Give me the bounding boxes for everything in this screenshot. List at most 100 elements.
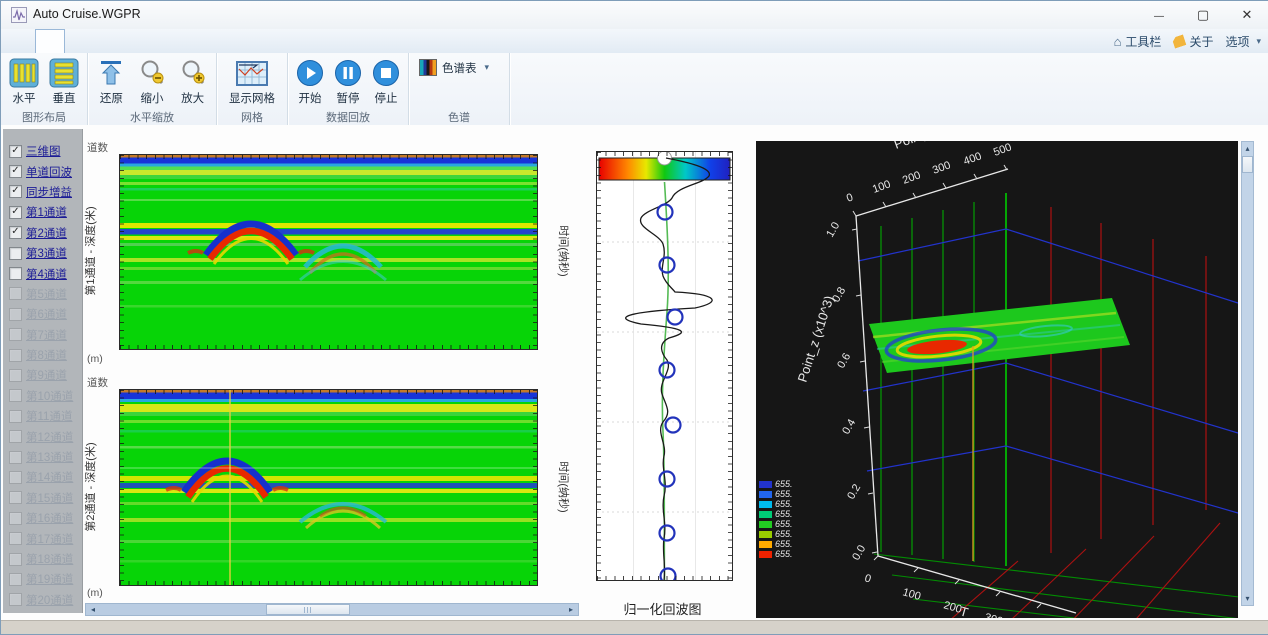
channel-checkbox-item[interactable]: 第1通道 (3, 202, 82, 222)
plot1-time-axis-label: 时间(纳秒) (557, 154, 571, 348)
checkbox-icon[interactable] (9, 389, 22, 402)
scroll-down-icon[interactable] (1242, 592, 1253, 605)
maximize-icon[interactable] (1181, 1, 1225, 28)
options-dropdown[interactable]: 选项 (1225, 33, 1261, 50)
channel-checkbox-item[interactable]: 单道回波 (3, 161, 82, 181)
menu-tab[interactable] (7, 29, 35, 53)
vertical-layout-button[interactable]: 垂直 (45, 55, 83, 106)
checkbox-icon[interactable] (9, 451, 22, 464)
y-tick: 400 (962, 150, 983, 168)
menu-tab[interactable] (149, 29, 177, 53)
checkbox-icon[interactable] (9, 532, 22, 545)
checkbox-icon[interactable] (9, 410, 22, 423)
z-tick: 1.0 (824, 220, 842, 239)
waveform-plot[interactable] (596, 151, 733, 581)
colortable-dropdown[interactable]: 色谱表 (413, 55, 505, 80)
pause-button[interactable]: 暂停 (330, 55, 366, 106)
app-window: Auto Cruise.WGPR 工具栏 关于 选项 (0, 0, 1268, 635)
group-title: 图形布局 (1, 109, 87, 125)
channel-checkbox-item[interactable]: 第11通道 (3, 406, 82, 426)
channel-checkbox-item[interactable]: 第16通道 (3, 508, 82, 528)
channel-checkbox-item[interactable]: 同步增益 (3, 182, 82, 202)
checkbox-icon[interactable] (9, 369, 22, 382)
close-icon[interactable] (1225, 1, 1268, 28)
channel-checkbox-item[interactable]: 第20通道 (3, 590, 82, 610)
checkbox-icon[interactable] (9, 491, 22, 504)
checkbox-icon[interactable] (9, 145, 22, 158)
checkbox-icon[interactable] (9, 308, 22, 321)
ribbon: 水平 垂直 图形布局 (1, 53, 1268, 126)
checkbox-icon[interactable] (9, 471, 22, 484)
channel-checkbox-item[interactable]: 第15通道 (3, 488, 82, 508)
group-playback: 开始 暂停 停止 数据回放 (288, 53, 409, 127)
channel-checkbox-item[interactable]: 第9通道 (3, 365, 82, 385)
checkbox-icon[interactable] (9, 593, 22, 606)
checkbox-icon[interactable] (9, 512, 22, 525)
hscroll-thumb[interactable] (266, 604, 350, 615)
menu-tab[interactable] (35, 29, 65, 53)
legend-entry: 655. (759, 539, 793, 549)
checkbox-icon[interactable] (9, 206, 22, 219)
plot2-depth-axis-label: 第2通道 - 深度(米) (83, 389, 97, 584)
channel-checkbox-item[interactable]: 第5通道 (3, 284, 82, 304)
about-button[interactable]: 关于 (1173, 33, 1213, 50)
checkbox-icon[interactable] (9, 349, 22, 362)
checkbox-icon[interactable] (9, 287, 22, 300)
channel-checkbox-item[interactable]: 第8通道 (3, 345, 82, 365)
checkbox-icon[interactable] (9, 430, 22, 443)
channel-checkbox-item[interactable]: 第18通道 (3, 549, 82, 569)
plot1-depth-axis-label: 第1通道 - 深度(米) (83, 154, 97, 348)
vertical-scrollbar[interactable] (1241, 141, 1254, 606)
waveform-depth-ticks (579, 151, 593, 579)
channel-checkbox-item[interactable]: 三维图 (3, 141, 82, 161)
channel-checkbox-item[interactable]: 第19通道 (3, 569, 82, 589)
checkbox-icon[interactable] (9, 553, 22, 566)
horizontal-layout-button[interactable]: 水平 (5, 55, 43, 106)
scroll-up-icon[interactable] (1242, 142, 1253, 155)
plot1-corner-label: 道数 (87, 140, 108, 155)
horizontal-scrollbar[interactable] (85, 603, 579, 616)
view3d-scene: 0 100 200 300 400 500 Point_y 1.0 0.8 0.… (756, 141, 1238, 618)
channel-checkbox-item[interactable]: 第4通道 (3, 263, 82, 283)
zoom-in-button[interactable]: 放大 (173, 55, 212, 106)
checkbox-icon[interactable] (9, 247, 22, 260)
vscroll-thumb[interactable] (1242, 156, 1253, 173)
checkbox-icon[interactable] (9, 573, 22, 586)
checkbox-icon[interactable] (9, 267, 22, 280)
y-tick: 300 (931, 159, 952, 177)
stop-button[interactable]: 停止 (368, 55, 404, 106)
menubar: 工具栏 关于 选项 (1, 29, 1268, 54)
scroll-left-icon[interactable] (86, 604, 100, 615)
plot2-depth-ticks (97, 389, 117, 584)
play-button[interactable]: 开始 (292, 55, 328, 106)
channel-checkbox-item[interactable]: 第12通道 (3, 426, 82, 446)
menu-tab[interactable] (93, 29, 121, 53)
menu-tab[interactable] (121, 29, 149, 53)
show-grid-button[interactable]: 显示网格 (224, 55, 280, 106)
checkbox-icon[interactable] (9, 328, 22, 341)
channel-checkbox-item[interactable]: 第14通道 (3, 467, 82, 487)
restore-button[interactable]: 还原 (92, 55, 131, 106)
checkbox-icon[interactable] (9, 185, 22, 198)
channel-checkbox-item[interactable]: 第10通道 (3, 386, 82, 406)
channel-checkbox-item[interactable]: 第3通道 (3, 243, 82, 263)
channel-checkbox-item[interactable]: 第13通道 (3, 447, 82, 467)
view3d-panel[interactable]: 0 100 200 300 400 500 Point_y 1.0 0.8 0.… (756, 141, 1238, 618)
radargram-channel2[interactable] (119, 389, 538, 586)
plot2-meter-axis (119, 586, 536, 599)
y-tick: 0 (845, 191, 855, 204)
zoom-out-button[interactable]: 缩小 (133, 55, 172, 106)
channel-checkbox-item[interactable]: 第2通道 (3, 223, 82, 243)
x-tick: 0 (863, 572, 872, 585)
channel-checkbox-item[interactable]: 第6通道 (3, 304, 82, 324)
menu-tab[interactable] (65, 29, 93, 53)
scroll-right-icon[interactable] (564, 604, 578, 615)
checkbox-icon[interactable] (9, 165, 22, 178)
channel-checkbox-item[interactable]: 第7通道 (3, 325, 82, 345)
checkbox-icon[interactable] (9, 226, 22, 239)
minimize-icon[interactable] (1137, 1, 1181, 28)
channel-checkbox-item[interactable]: 第17通道 (3, 528, 82, 548)
waveform-bottom-axis (596, 583, 731, 596)
toolbar-toggle[interactable]: 工具栏 (1114, 33, 1162, 50)
radargram-channel1[interactable] (119, 154, 538, 350)
